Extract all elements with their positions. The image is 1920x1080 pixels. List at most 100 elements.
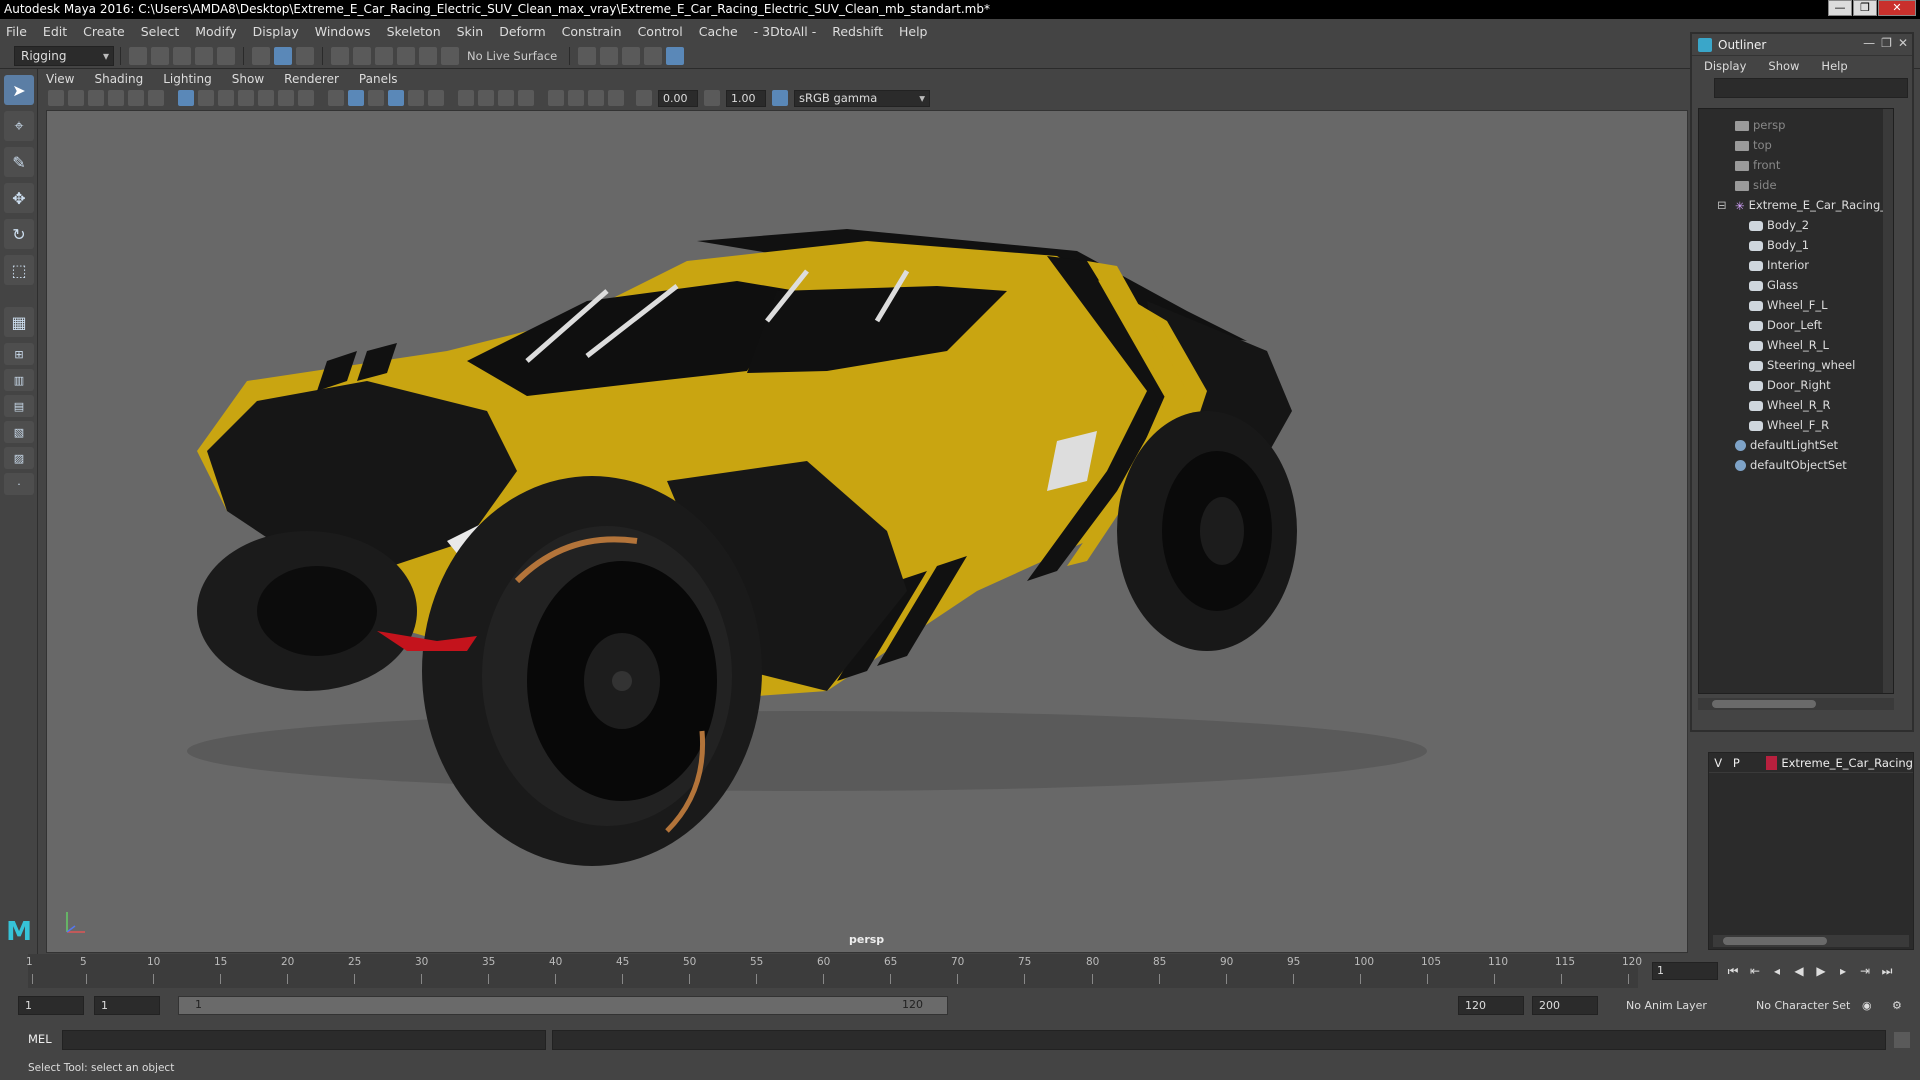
gamma-field[interactable]: 1.00 <box>726 89 766 107</box>
minimize-button[interactable]: — <box>1828 0 1852 16</box>
menu-file[interactable]: File <box>6 24 27 39</box>
open-scene-icon[interactable] <box>151 46 169 65</box>
outliner-item[interactable]: Wheel_R_L <box>1699 335 1893 355</box>
move-tool-icon[interactable]: ✥ <box>4 183 34 213</box>
range-slider[interactable]: 1 120 <box>178 996 948 1015</box>
shadows-icon[interactable] <box>428 90 444 106</box>
scale-tool-icon[interactable]: ⬚ <box>4 255 34 285</box>
step-forward-key-icon[interactable]: ⇥ <box>1856 962 1874 980</box>
render-settings-icon[interactable] <box>644 46 663 65</box>
play-backward-icon[interactable]: ◀ <box>1790 962 1808 980</box>
outliner-minimize-icon[interactable]: — <box>1863 36 1875 50</box>
layer-name[interactable]: Extreme_E_Car_Racing <box>1781 756 1913 770</box>
panel-menu-show[interactable]: Show <box>232 72 264 86</box>
panel-menu-shading[interactable]: Shading <box>94 72 143 86</box>
playback-start-field[interactable]: 1 <box>94 996 160 1015</box>
step-back-key-icon[interactable]: ⇤ <box>1746 962 1764 980</box>
redo-icon[interactable] <box>217 46 235 65</box>
anim-layer-dropdown[interactable]: No Anim Layer <box>1626 996 1707 1015</box>
maximize-button[interactable]: ❐ <box>1853 0 1877 16</box>
anim-prefs-icon[interactable]: ⚙ <box>1892 996 1902 1015</box>
outliner-menu-help[interactable]: Help <box>1821 59 1847 73</box>
outliner-item[interactable]: ⊟ ✳ Extreme_E_Car_Racing_Ele <box>1699 195 1893 215</box>
screen-space-ao-icon[interactable] <box>458 90 474 106</box>
xray-joints-icon[interactable] <box>588 90 604 106</box>
layer-horizontal-scrollbar[interactable] <box>1713 935 1909 947</box>
save-scene-icon[interactable] <box>173 46 191 65</box>
ipr-render-icon[interactable] <box>622 46 641 65</box>
outliner-menu-display[interactable]: Display <box>1704 59 1746 73</box>
animation-end-field[interactable]: 200 <box>1532 996 1598 1015</box>
xray-icon[interactable] <box>568 90 584 106</box>
menu-constrain[interactable]: Constrain <box>562 24 622 39</box>
live-surface-label[interactable]: No Live Surface <box>467 49 557 63</box>
outliner-item[interactable]: Body_2 <box>1699 215 1893 235</box>
step-forward-frame-icon[interactable]: ▸ <box>1834 962 1852 980</box>
snap-point-icon[interactable] <box>375 46 393 65</box>
film-gate-icon[interactable] <box>198 90 214 106</box>
menu-cache[interactable]: Cache <box>699 24 738 39</box>
menuset-dropdown[interactable]: Rigging <box>14 45 114 66</box>
snap-view-plane-icon[interactable] <box>397 46 415 65</box>
hypershade-layout-icon[interactable]: ▧ <box>4 421 34 443</box>
outliner-titlebar[interactable]: Outliner — ❐ ✕ <box>1692 34 1912 56</box>
safe-action-icon[interactable] <box>278 90 294 106</box>
layer-playback-toggle[interactable]: P <box>1727 756 1745 770</box>
outliner-item[interactable]: Door_Right <box>1699 375 1893 395</box>
menu-help[interactable]: Help <box>899 24 928 39</box>
outliner-item[interactable]: defaultObjectSet <box>1699 455 1893 475</box>
outliner-horizontal-scrollbar[interactable] <box>1698 698 1894 710</box>
time-slider-ruler[interactable]: 1 5 10 15 20 25 30 35 40 45 50 55 60 65 70 75 80 85 90 95 10… <box>26 954 1642 988</box>
panel-menu-lighting[interactable]: Lighting <box>163 72 212 86</box>
menu-skin[interactable]: Skin <box>457 24 484 39</box>
select-camera-icon[interactable] <box>48 90 64 106</box>
more-layouts-icon[interactable]: · <box>4 473 34 495</box>
outliner-item[interactable]: persp <box>1699 115 1893 135</box>
outliner-close-icon[interactable]: ✕ <box>1898 36 1908 50</box>
gamma-icon[interactable] <box>704 90 720 106</box>
outliner-search-input[interactable] <box>1714 78 1908 98</box>
animation-start-field[interactable]: 1 <box>18 996 84 1015</box>
anti-aliasing-icon[interactable] <box>498 90 514 106</box>
menu-modify[interactable]: Modify <box>195 24 236 39</box>
outliner-item[interactable]: side <box>1699 175 1893 195</box>
four-view-layout-icon[interactable]: ⊞ <box>4 343 34 365</box>
outliner-item[interactable]: Glass <box>1699 275 1893 295</box>
script-editor-icon[interactable] <box>1894 1032 1910 1048</box>
grid-icon[interactable] <box>178 90 194 106</box>
lasso-tool-icon[interactable]: ⌖ <box>4 111 34 141</box>
textured-icon[interactable] <box>388 90 404 106</box>
outliner-maximize-icon[interactable]: ❐ <box>1881 36 1892 50</box>
layer-color-swatch[interactable] <box>1765 755 1778 770</box>
outliner-item[interactable]: Interior <box>1699 255 1893 275</box>
outliner-menu-show[interactable]: Show <box>1768 59 1799 73</box>
step-back-frame-icon[interactable]: ◂ <box>1768 962 1786 980</box>
current-frame-field[interactable]: 1 <box>1652 962 1718 980</box>
scrollbar-thumb[interactable] <box>1723 937 1827 945</box>
outliner-item[interactable]: Door_Left <box>1699 315 1893 335</box>
persp-graph-layout-icon[interactable]: ▤ <box>4 395 34 417</box>
perspective-viewport[interactable]: persp <box>46 110 1688 953</box>
exposure-field[interactable]: 0.00 <box>658 89 698 107</box>
scrollbar-thumb[interactable] <box>1712 700 1816 708</box>
single-perspective-layout-icon[interactable]: ▦ <box>4 307 34 337</box>
menu-deform[interactable]: Deform <box>499 24 545 39</box>
menu-select[interactable]: Select <box>141 24 180 39</box>
outliner-item[interactable]: Wheel_R_R <box>1699 395 1893 415</box>
hypershade-icon[interactable] <box>666 46 685 65</box>
paint-select-tool-icon[interactable]: ✎ <box>4 147 34 177</box>
wireframe-icon[interactable] <box>328 90 344 106</box>
panel-menu-view[interactable]: View <box>46 72 74 86</box>
outliner-item[interactable]: defaultLightSet <box>1699 435 1893 455</box>
menu-control[interactable]: Control <box>638 24 683 39</box>
select-hierarchy-icon[interactable] <box>252 46 270 65</box>
xray-components-icon[interactable] <box>608 90 624 106</box>
field-chart-icon[interactable] <box>258 90 274 106</box>
view-transform-dropdown[interactable]: sRGB gamma <box>794 89 930 107</box>
outliner-item[interactable]: Wheel_F_L <box>1699 295 1893 315</box>
menu-windows[interactable]: Windows <box>315 24 371 39</box>
layer-row[interactable]: V P Extreme_E_Car_Racing <box>1709 753 1913 773</box>
render-view-icon[interactable] <box>578 46 597 65</box>
select-tool-icon[interactable]: ➤ <box>4 75 34 105</box>
outliner-item[interactable]: Steering_wheel <box>1699 355 1893 375</box>
